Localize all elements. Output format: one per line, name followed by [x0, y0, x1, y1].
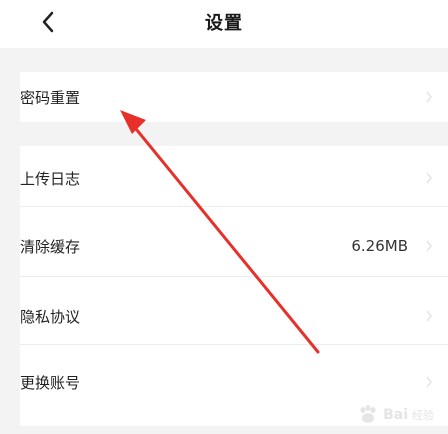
divider [20, 344, 448, 345]
chevron-right-icon [424, 171, 434, 185]
settings-item-label: 上传日志 [20, 169, 81, 188]
chevron-right-icon [424, 309, 434, 323]
settings-item-label: 隐私协议 [20, 307, 81, 326]
settings-item-label: 清除缓存 [20, 237, 81, 256]
cache-size-value: 6.26MB [351, 237, 408, 255]
settings-item-clear-cache[interactable]: 清除缓存 6.26MB [20, 218, 448, 274]
settings-item-label: 更换账号 [20, 373, 81, 392]
watermark-brand: Bai [383, 407, 408, 423]
divider [20, 206, 448, 207]
divider [20, 276, 448, 277]
watermark: Bai 经验 [357, 400, 434, 430]
settings-group-general: 上传日志 清除缓存 6.26MB 隐私协议 更换账号 [20, 146, 448, 426]
top-bar: 设置 [0, 0, 448, 48]
settings-item-reset-password[interactable]: 密码重置 [20, 72, 448, 122]
chevron-right-icon [424, 375, 434, 389]
chevron-right-icon [424, 239, 434, 253]
watermark-sub: 经验 [412, 409, 434, 422]
settings-group-account: 密码重置 [20, 72, 448, 122]
page-title: 设置 [205, 13, 243, 34]
settings-item-label: 密码重置 [20, 88, 81, 107]
settings-item-privacy-policy[interactable]: 隐私协议 [20, 288, 448, 344]
chevron-right-icon [424, 90, 434, 104]
settings-item-upload-log[interactable]: 上传日志 [20, 150, 448, 206]
paw-logo-icon [360, 405, 376, 423]
